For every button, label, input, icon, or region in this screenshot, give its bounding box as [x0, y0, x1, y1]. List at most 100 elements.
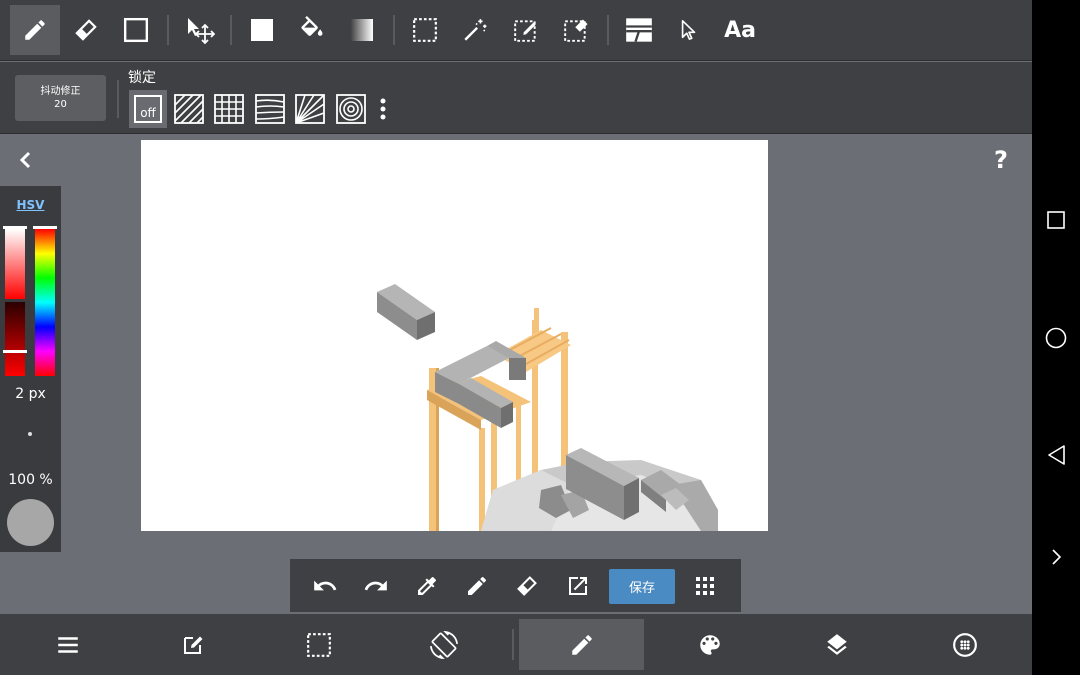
toolbar-divider — [167, 15, 169, 45]
pen-icon — [465, 574, 489, 598]
eraser-quick-button[interactable] — [508, 567, 546, 605]
circle-icon — [1045, 327, 1067, 349]
text-icon: Aa — [724, 17, 756, 43]
saturation-slider[interactable] — [5, 229, 25, 299]
redo-icon — [363, 573, 389, 599]
brush-options-bar: 抖动修正 20 锁定 off — [0, 62, 1032, 134]
brush-size-preview — [28, 432, 32, 436]
grid-icon — [214, 94, 244, 124]
snap-concentric-button[interactable] — [332, 90, 370, 128]
pen-tool-button[interactable] — [10, 5, 60, 55]
back-button[interactable] — [1032, 435, 1080, 475]
snap-off-button[interactable]: off — [129, 90, 167, 128]
pencil-icon — [22, 17, 48, 43]
collapse-panel-button[interactable] — [14, 148, 38, 172]
nav-expand-button[interactable] — [1032, 537, 1080, 577]
shape-tool-button[interactable] — [111, 5, 161, 55]
app-window: Aa 抖动修正 20 锁定 off ? HSV 2 px 100 % 保存 — [0, 0, 1032, 675]
undo-button[interactable] — [306, 567, 344, 605]
drawing-canvas[interactable] — [141, 140, 768, 531]
recents-button[interactable] — [1032, 200, 1080, 240]
bottom-navigation — [0, 614, 1032, 675]
snap-perspective-button[interactable] — [251, 90, 289, 128]
redo-button[interactable] — [357, 567, 395, 605]
artwork-illustration — [377, 284, 718, 531]
saturation-handle[interactable] — [3, 226, 27, 229]
help-icon: ? — [994, 146, 1008, 174]
system-navigation-bar — [1032, 0, 1080, 675]
bucket-tool-button[interactable] — [287, 5, 337, 55]
concentric-circles-icon — [336, 94, 366, 124]
color-button[interactable] — [647, 619, 772, 670]
material-icon — [952, 632, 978, 658]
eraser-icon — [515, 574, 539, 598]
snap-more-button[interactable] — [373, 90, 393, 128]
brush-size-label[interactable]: 2 px — [0, 386, 61, 402]
hue-handle[interactable] — [33, 226, 57, 229]
export-icon — [566, 574, 590, 598]
square-icon — [1047, 211, 1065, 229]
snap-off-label: off — [134, 95, 162, 123]
select-eraser-tool-button[interactable] — [551, 5, 601, 55]
eraser-icon — [73, 17, 99, 43]
rotate-canvas-button[interactable] — [381, 619, 506, 670]
menu-icon — [55, 632, 81, 658]
undo-icon — [312, 573, 338, 599]
selection-button[interactable] — [256, 619, 381, 670]
select-pen-tool-button[interactable] — [501, 5, 551, 55]
gradient-icon — [350, 18, 374, 42]
eraser-tool-button[interactable] — [61, 5, 111, 55]
more-tools-button[interactable] — [686, 567, 724, 605]
select-rect-tool-button[interactable] — [400, 5, 450, 55]
color-mode-toggle[interactable]: HSV — [0, 198, 61, 212]
magic-wand-icon — [462, 17, 488, 43]
edit-button[interactable] — [130, 619, 255, 670]
fill-rect-tool-button[interactable] — [237, 5, 287, 55]
operation-tool-button[interactable] — [664, 5, 714, 55]
subbar-divider — [117, 80, 119, 118]
perspective-lines-icon — [255, 94, 285, 124]
stabilizer-value: 20 — [54, 99, 67, 110]
hue-slider[interactable] — [35, 229, 55, 376]
toolbar-divider — [230, 15, 232, 45]
frame-tool-button[interactable] — [614, 5, 664, 55]
text-tool-button[interactable]: Aa — [715, 5, 765, 55]
move-tool-button[interactable] — [175, 5, 225, 55]
snap-parallel-button[interactable] — [170, 90, 208, 128]
triangle-back-icon — [1046, 444, 1066, 466]
pencil-icon — [569, 632, 595, 658]
snap-grid-button[interactable] — [210, 90, 248, 128]
square-outline-icon — [123, 17, 149, 43]
menu-button[interactable] — [5, 619, 130, 670]
brush-button[interactable] — [519, 619, 644, 670]
save-button[interactable]: 保存 — [609, 569, 675, 604]
frame-divide-icon — [625, 16, 653, 44]
gradient-tool-button[interactable] — [337, 5, 387, 55]
cursor-arrow-icon — [678, 19, 700, 41]
main-toolbar: Aa — [0, 0, 1032, 61]
parallel-lines-icon — [174, 94, 204, 124]
chevron-right-icon — [1050, 548, 1062, 566]
value-slider[interactable] — [5, 302, 25, 376]
material-button[interactable] — [902, 619, 1027, 670]
current-color-swatch[interactable] — [7, 499, 54, 546]
chevron-left-icon — [14, 148, 38, 172]
filled-square-icon — [250, 18, 274, 42]
lock-label: 锁定 — [128, 70, 156, 86]
layers-icon — [824, 632, 850, 658]
palette-icon — [697, 632, 723, 658]
color-panel: HSV 2 px 100 % — [0, 186, 61, 552]
export-button[interactable] — [559, 567, 597, 605]
snap-radial-button[interactable] — [291, 90, 329, 128]
value-handle[interactable] — [3, 350, 27, 353]
opacity-label[interactable]: 100 % — [0, 472, 61, 488]
paint-bucket-icon — [298, 16, 326, 44]
help-button[interactable]: ? — [994, 146, 1008, 174]
layers-button[interactable] — [774, 619, 899, 670]
select-pen-icon — [513, 17, 539, 43]
pen-quick-button[interactable] — [458, 567, 496, 605]
eyedropper-button[interactable] — [408, 567, 446, 605]
home-button[interactable] — [1032, 318, 1080, 358]
stabilizer-button[interactable]: 抖动修正 20 — [15, 75, 106, 121]
magic-wand-tool-button[interactable] — [450, 5, 500, 55]
